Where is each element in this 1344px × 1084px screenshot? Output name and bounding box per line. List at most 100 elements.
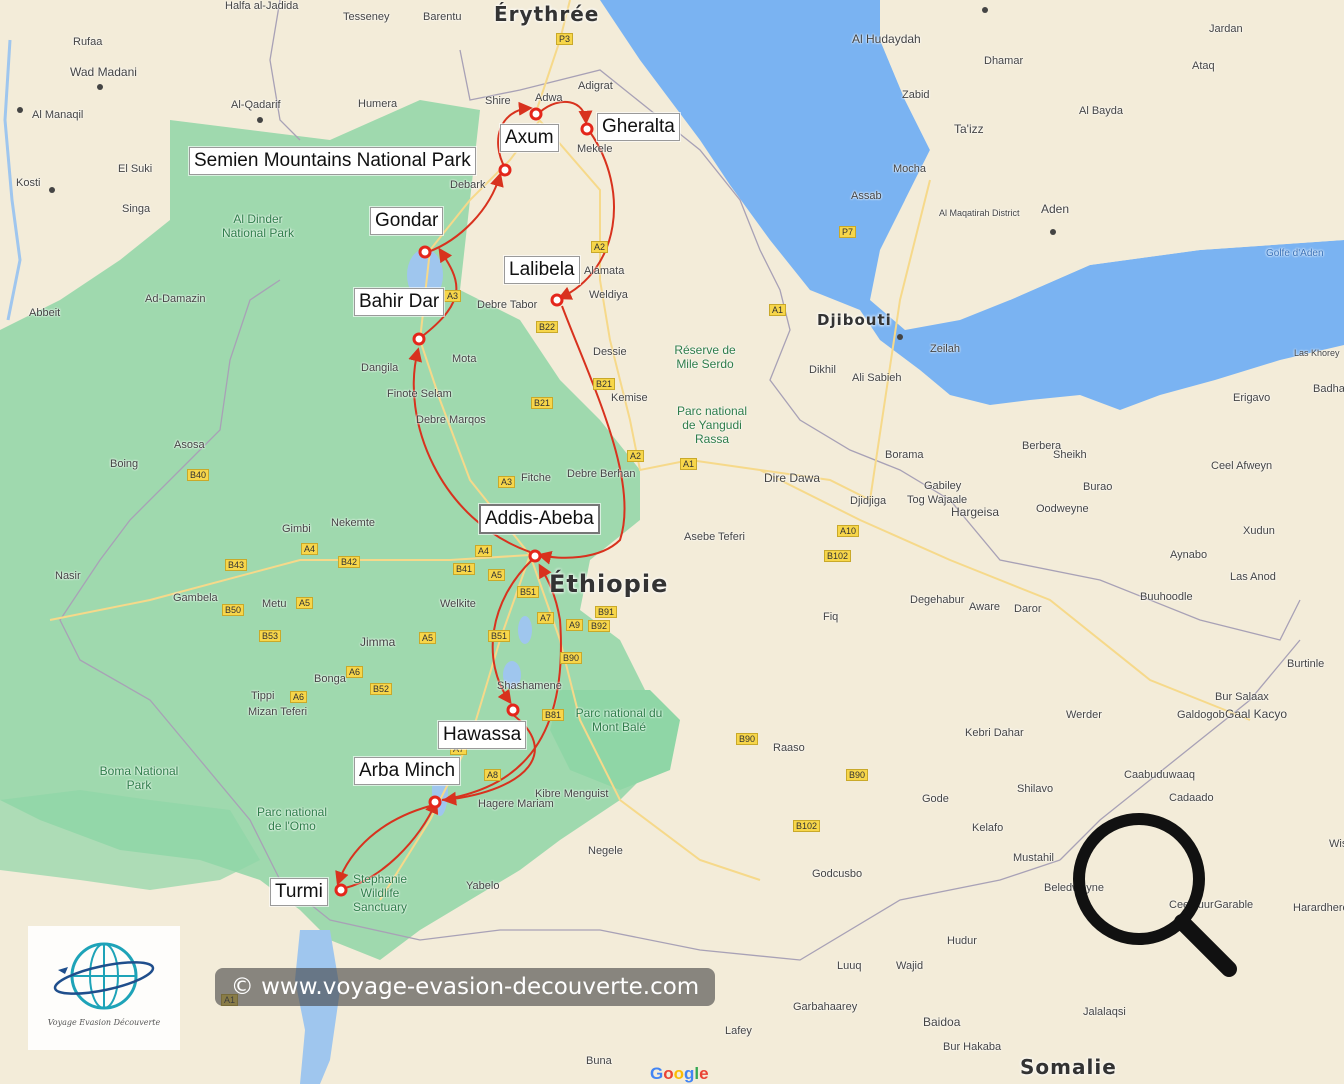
place-xudun: Xudun xyxy=(1243,525,1275,537)
road-shield: B90 xyxy=(846,769,869,781)
place-assab: Assab xyxy=(851,190,882,202)
label-addis[interactable]: Addis-Abeba xyxy=(479,504,600,534)
place-daror: Daror xyxy=(1014,603,1042,615)
place-kosti: Kosti xyxy=(16,177,41,189)
road-shield: A5 xyxy=(419,632,437,644)
place-al-qadarif: Al-Qadarif xyxy=(231,99,281,111)
place-abbeit: Abbeit xyxy=(29,307,61,319)
road-shield: B90 xyxy=(560,652,583,664)
place-singa: Singa xyxy=(122,203,151,215)
place-al-bayda: Al Bayda xyxy=(1079,105,1124,117)
place-las-anod: Las Anod xyxy=(1230,571,1276,583)
place-las-khorey: Las Khorey xyxy=(1294,348,1340,358)
place-al-maqatirah: Al Maqatirah District xyxy=(939,208,1020,218)
marker-gheralta[interactable] xyxy=(580,122,594,136)
marker-bahirdar[interactable] xyxy=(412,332,426,346)
place-garbahaarey: Garbahaarey xyxy=(793,1001,858,1013)
place-oodweyne: Oodweyne xyxy=(1036,503,1089,515)
magnifier-icon[interactable] xyxy=(1064,804,1244,984)
road-shield: A1 xyxy=(769,304,787,316)
place-dangila: Dangila xyxy=(361,362,399,374)
place-zabid: Zabid xyxy=(902,89,930,101)
place-asebe-teferi: Asebe Teferi xyxy=(684,531,745,543)
label-gondar[interactable]: Gondar xyxy=(370,207,444,235)
place-mocha: Mocha xyxy=(893,163,927,175)
place-jimma: Jimma xyxy=(360,635,396,649)
place-welkite: Welkite xyxy=(440,598,476,610)
label-axum[interactable]: Axum xyxy=(500,124,559,152)
road-shield: B81 xyxy=(542,709,565,721)
marker-gondar[interactable] xyxy=(418,245,432,259)
place-aynabo: Aynabo xyxy=(1170,549,1208,561)
place-kemise: Kemise xyxy=(611,392,648,404)
logo-text: Voyage Evasion Découverte xyxy=(47,1018,161,1027)
place-godcusbo: Godcusbo xyxy=(812,868,863,880)
place-raaso: Raaso xyxy=(773,742,805,754)
label-bahirdar[interactable]: Bahir Dar xyxy=(354,288,445,316)
place-hudur: Hudur xyxy=(947,935,977,947)
place-el-suki: El Suki xyxy=(118,163,153,175)
place-negele: Negele xyxy=(588,845,623,857)
place-bur-salaax: Bur Salaax xyxy=(1215,691,1269,703)
road-shield: A5 xyxy=(488,569,506,581)
road-shield: B43 xyxy=(225,559,248,571)
place-dessie: Dessie xyxy=(593,346,627,358)
place-jardan: Jardan xyxy=(1209,23,1243,35)
place-gode: Gode xyxy=(922,793,949,805)
road-shield: A7 xyxy=(537,612,555,624)
place-bur-hakaba: Bur Hakaba xyxy=(943,1041,1002,1053)
label-lalibela[interactable]: Lalibela xyxy=(504,256,580,284)
label-arbaminch[interactable]: Arba Minch xyxy=(354,757,461,785)
road-shield: B42 xyxy=(338,556,361,568)
place-nasir: Nasir xyxy=(55,570,81,582)
label-semien[interactable]: Semien Mountains National Park xyxy=(189,147,476,175)
road-shield: P3 xyxy=(556,33,574,45)
road-shield: A9 xyxy=(566,619,584,631)
country-eritrea: Érythrée xyxy=(494,2,600,26)
road-shield: A6 xyxy=(346,666,364,678)
place-degehabur: Degehabur xyxy=(910,594,965,606)
marker-addis[interactable] xyxy=(528,549,542,563)
place-asosa: Asosa xyxy=(174,439,205,451)
marker-semien[interactable] xyxy=(498,163,512,177)
place-bonga: Bonga xyxy=(314,673,346,685)
place-kebri-dahar: Kebri Dahar xyxy=(965,727,1024,739)
place-adwa: Adwa xyxy=(535,92,563,104)
place-humera: Humera xyxy=(358,98,398,110)
place-halfa: Halfa al-Jadida xyxy=(225,0,299,12)
place-zeilah: Zeilah xyxy=(930,343,960,355)
park-yangudi: Parc national de Yangudi Rassa xyxy=(676,404,748,446)
road-shield: A8 xyxy=(484,769,502,781)
place-finote-selam: Finote Selam xyxy=(387,388,452,400)
place-boing: Boing xyxy=(110,458,139,470)
place-kelafo: Kelafo xyxy=(972,822,1004,834)
park-bale: Parc national du Mont Balé xyxy=(575,706,663,734)
place-al-hudaydah: Al Hudaydah xyxy=(852,32,921,46)
place-shire: Shire xyxy=(485,95,511,107)
label-gheralta[interactable]: Gheralta xyxy=(597,113,680,141)
road-shield: A1 xyxy=(680,458,698,470)
place-golfe-aden: Golfe d'Aden xyxy=(1266,248,1324,259)
country-ethiopia: Éthiopie xyxy=(549,570,669,598)
place-hagere-mariam: Hagere Mariam xyxy=(478,798,554,810)
place-buna: Buna xyxy=(586,1055,612,1067)
marker-hawassa[interactable] xyxy=(506,703,520,717)
marker-arbaminch[interactable] xyxy=(428,795,442,809)
road-shield: A5 xyxy=(296,597,314,609)
park-boma: Boma National Park xyxy=(99,764,179,792)
road-shield: A4 xyxy=(475,545,493,557)
place-hargeisa: Hargeisa xyxy=(951,505,1000,519)
place-aware: Aware xyxy=(969,601,1000,613)
place-nekemte: Nekemte xyxy=(331,517,376,529)
label-turmi[interactable]: Turmi xyxy=(270,878,328,906)
marker-lalibela[interactable] xyxy=(550,293,564,307)
road-shield: B102 xyxy=(793,820,821,832)
marker-axum[interactable] xyxy=(529,107,543,121)
brand-logo: Voyage Evasion Découverte xyxy=(28,926,180,1050)
place-yabelo: Yabelo xyxy=(466,880,500,892)
place-taizz: Ta'izz xyxy=(954,122,984,136)
road-shield: B51 xyxy=(517,586,540,598)
label-hawassa[interactable]: Hawassa xyxy=(438,721,527,749)
place-baidoa: Baidoa xyxy=(923,1015,961,1029)
place-shashamene: Shashamene xyxy=(497,680,562,692)
